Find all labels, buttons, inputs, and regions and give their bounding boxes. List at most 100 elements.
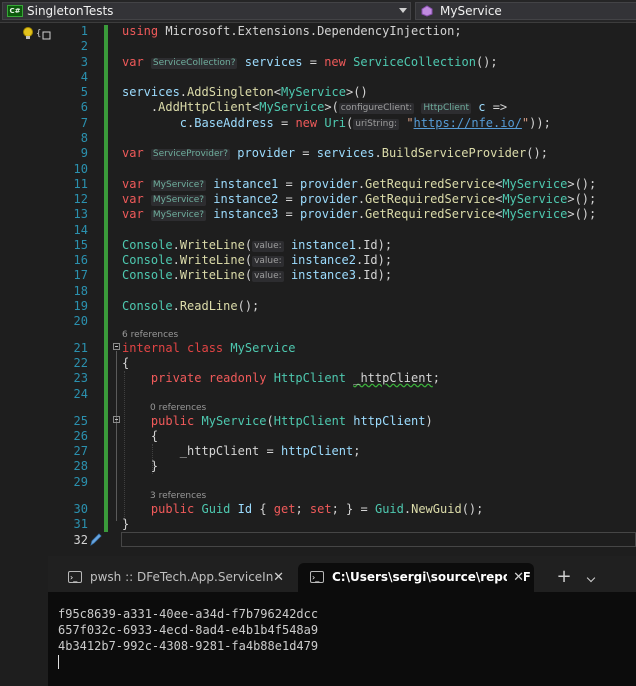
punct: . (172, 299, 180, 313)
punct: . (172, 268, 180, 282)
line-number: 6 (80, 100, 88, 114)
close-icon[interactable]: ✕ (507, 563, 524, 592)
line-number: 9 (80, 146, 88, 160)
operator: => (485, 100, 508, 114)
tab-dropdown-button[interactable] (580, 563, 604, 592)
line-number: 25 (73, 414, 88, 428)
hint-text: ServiceCollection? (152, 58, 236, 68)
type: MyService (259, 100, 325, 114)
type: ServiceCollection (353, 55, 476, 69)
method: AddSingleton (187, 85, 274, 99)
codelens-references[interactable]: 3 references (150, 491, 206, 502)
punct: { (122, 356, 130, 370)
line-number: 30 (73, 502, 88, 516)
class-icon (421, 5, 433, 17)
identifier: provider (300, 207, 358, 221)
codelens-references[interactable]: 0 references (150, 403, 206, 414)
codelens-references[interactable]: 6 references (122, 330, 178, 341)
collapse-ctor-toggle[interactable] (113, 416, 120, 423)
close-icon[interactable]: ✕ (273, 563, 284, 592)
url-link[interactable]: https://nfe.io/ (414, 116, 522, 130)
member-dropdown[interactable]: MyService (415, 2, 636, 20)
line-number: 4 (80, 70, 88, 84)
punct: () (353, 85, 368, 99)
identifier: instance1 (290, 238, 356, 252)
project-name: SingletonTests (27, 4, 114, 18)
method: WriteLine (179, 268, 245, 282)
identifier: _httpClient (179, 444, 260, 458)
hint-text: HttpClient (423, 103, 469, 113)
line-number: 21 (73, 341, 88, 355)
code-line: public Guid Id { get; set; } = Guid.NewG… (122, 502, 483, 517)
type-hint: ServiceCollection? (150, 58, 238, 69)
code-line: public MyService(HttpClient httpClient) (122, 414, 433, 429)
type: Console (122, 299, 173, 313)
punct: . (172, 238, 180, 252)
code-line: using Microsoft.Extensions.DependencyInj… (122, 24, 462, 39)
terminal-icon (310, 563, 324, 592)
line-number: 16 (73, 253, 88, 267)
property: BaseAddress (194, 116, 274, 130)
punct: . (357, 177, 366, 191)
code-line: Console.ReadLine(); (122, 299, 259, 314)
line-number: 20 (73, 314, 88, 328)
identifier: services (122, 85, 180, 99)
param-hint: value: (252, 271, 284, 282)
line-number: 8 (80, 131, 88, 145)
operator: = (273, 116, 296, 130)
type-hint: ServiceProvider? (150, 149, 231, 160)
hint-text: value: (254, 271, 282, 281)
punct: } (150, 459, 159, 473)
punct: ( (346, 116, 354, 130)
collapse-class-toggle[interactable] (113, 343, 120, 350)
punct: ( (244, 253, 253, 267)
code-line: } (122, 517, 129, 532)
lightbulb-icon[interactable]: { (22, 26, 56, 42)
terminal-output-line: 4b3412b7-992c-4308-9281-fa4b88e1d479 (58, 639, 319, 653)
type-hint: MyService? (150, 210, 207, 221)
hint-text: ServiceProvider? (152, 149, 229, 159)
punct: } (122, 517, 130, 531)
line-number: 18 (73, 284, 88, 298)
fold-guide (116, 351, 117, 521)
project-dropdown[interactable]: C# SingletonTests (2, 2, 411, 20)
code-line: var MyService? instance1 = provider.GetR… (122, 177, 596, 192)
keyword: internal (122, 341, 180, 355)
code-line: var ServiceProvider? provider = services… (122, 146, 548, 161)
punct: (); (461, 502, 484, 516)
operator: = (295, 146, 317, 160)
csharp-project-icon: C# (7, 5, 23, 17)
code-line: var MyService? instance3 = provider.GetR… (122, 207, 596, 222)
terminal-tabstrip: pwsh :: DFeTech.App.ServiceIn ✕ C:\Users… (48, 556, 636, 592)
code-editor[interactable]: { 1 2 3 4 5 6 7 8 9 10 11 12 13 14 15 16… (0, 23, 636, 553)
type: Guid (201, 502, 231, 516)
terminal-tab-pwsh[interactable]: pwsh :: DFeTech.App.ServiceIn ✕ (56, 563, 294, 592)
method: GetRequiredService (365, 177, 496, 191)
terminal-tab-repos[interactable]: C:\Users\sergi\source\repos\F ✕ (298, 563, 534, 592)
line-number: 19 (73, 299, 88, 313)
keyword: var (122, 207, 144, 221)
terminal-window[interactable]: pwsh :: DFeTech.App.ServiceIn ✕ C:\Users… (48, 556, 636, 686)
type-hint: MyService? (150, 180, 207, 191)
type: HttpClient (273, 371, 346, 385)
new-tab-button[interactable]: + (550, 563, 578, 592)
terminal-cursor (58, 655, 59, 669)
punct: .Id); (355, 238, 393, 252)
line-number-current: 32 (73, 533, 88, 547)
punct: . (357, 207, 366, 221)
terminal-output-line: f95c8639-a331-40ee-a34d-f7b796242dcc (58, 607, 319, 621)
punct: . (172, 253, 180, 267)
code-line: services.AddSingleton<MyService>() (122, 85, 368, 100)
punct: . (179, 85, 188, 99)
code-line: Console.WriteLine(value: instance1.Id); (122, 238, 392, 253)
line-number: 15 (73, 238, 88, 252)
line-number: 5 (80, 85, 88, 99)
identifier: instance2 (290, 253, 356, 267)
operator: = (278, 177, 301, 191)
punct: ; (432, 371, 440, 385)
type: HttpClient (273, 414, 347, 428)
terminal-output-line: 657f032c-6933-4ecd-8ad4-e4b1b4f548a9 (58, 623, 319, 637)
tab-label: C:\Users\sergi\source\repos\F (332, 570, 531, 584)
type-hint: HttpClient (421, 103, 471, 114)
line-number: 7 (80, 116, 88, 130)
